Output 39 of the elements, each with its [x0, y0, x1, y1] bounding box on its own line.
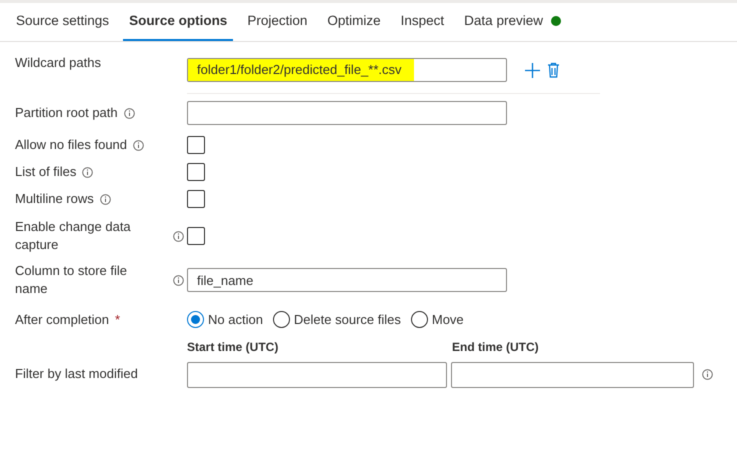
info-icon[interactable]	[124, 108, 135, 118]
checkbox[interactable]	[187, 136, 205, 154]
input-field[interactable]: file_name	[187, 268, 507, 292]
tab[interactable]: Source options	[123, 3, 234, 41]
required-mark: *	[114, 310, 120, 329]
tab[interactable]: Projection	[241, 3, 314, 41]
field-label: Start time (UTC)	[187, 338, 280, 356]
info-icon[interactable]	[702, 369, 713, 380]
field-label: Wildcard paths	[15, 54, 101, 72]
radio-option[interactable]: No action	[187, 310, 263, 330]
field-label: Partition root path	[15, 104, 118, 122]
delete-button[interactable]	[546, 62, 560, 78]
info-icon[interactable]	[133, 140, 144, 150]
info-icon[interactable]	[100, 194, 111, 204]
input-field[interactable]	[187, 362, 447, 388]
info-icon[interactable]	[173, 274, 184, 286]
field-label: Enable change data capture	[15, 218, 132, 254]
info-icon[interactable]	[173, 230, 184, 242]
tab[interactable]: Inspect	[394, 3, 450, 41]
radio-option[interactable]: Move	[410, 310, 464, 330]
field-label: After completion	[15, 310, 109, 329]
tab[interactable]: Source settings	[10, 3, 116, 41]
tab[interactable]: Optimize	[321, 3, 387, 41]
input-field[interactable]	[451, 362, 694, 388]
checkbox[interactable]	[187, 190, 205, 208]
checkbox[interactable]	[187, 227, 205, 245]
field-label: Allow no files found	[15, 136, 128, 154]
field-label: Multiline rows	[15, 190, 94, 208]
checkbox[interactable]	[187, 163, 205, 181]
input-field[interactable]: folder1/folder2/predicted_file_**.csv	[187, 58, 507, 82]
field-label: Column to store file name	[15, 262, 128, 298]
tab[interactable]: Data preview	[458, 3, 567, 41]
add-button[interactable]	[524, 62, 540, 78]
radio-option[interactable]: Delete source files	[272, 310, 401, 330]
field-label: Filter by last modified	[15, 364, 138, 382]
info-icon[interactable]	[82, 166, 94, 178]
field-label: List of files	[15, 163, 76, 181]
input-field[interactable]	[187, 101, 507, 125]
field-label: End time (UTC)	[452, 338, 540, 356]
